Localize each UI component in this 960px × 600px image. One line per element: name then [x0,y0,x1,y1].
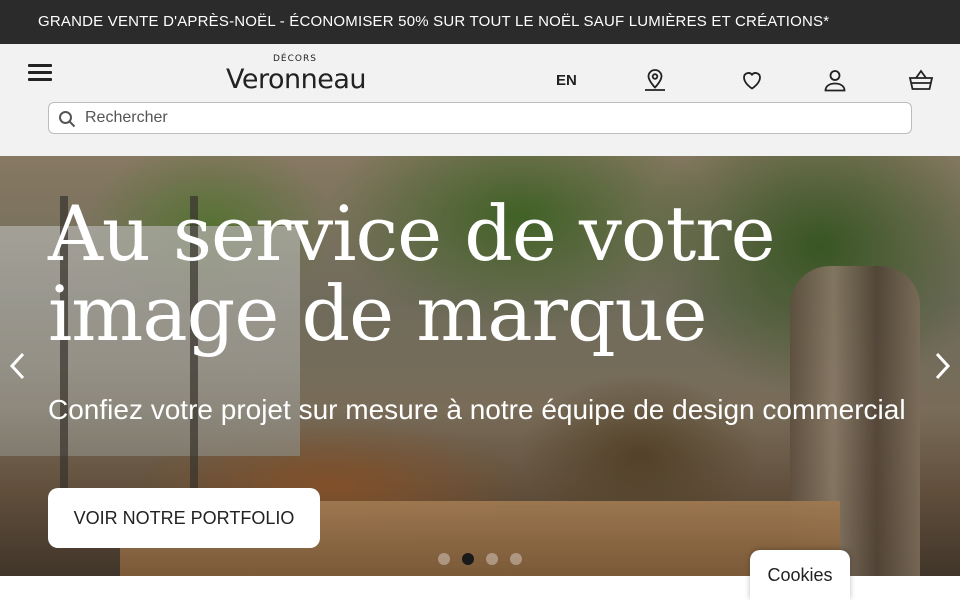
hero-carousel: Au service de votre image de marque Conf… [0,156,960,576]
location-pin-icon [645,69,665,91]
menu-icon-bar [28,71,52,74]
chevron-left-icon [9,352,25,380]
hero-title-line: image de marque [48,269,708,358]
cookies-button[interactable]: Cookies [750,550,850,600]
search-input[interactable] [85,103,905,133]
logo-wordmark: Veronneau [226,64,367,95]
promo-banner[interactable]: GRANDE VENTE D'APRÈS-NOËL - ÉCONOMISER 5… [0,0,960,44]
chevron-right-icon [935,352,951,380]
language-switch[interactable]: EN [556,72,577,89]
carousel-next-button[interactable] [930,350,954,382]
hero-subtitle: Confiez votre projet sur mesure à notre … [48,394,906,425]
user-icon [824,70,846,92]
carousel-prev-button[interactable] [6,350,30,382]
menu-button[interactable] [28,64,52,88]
menu-icon-bar [28,64,52,67]
menu-icon-bar [28,78,52,81]
logo-tagline: DÉCORS [273,54,317,64]
search-icon[interactable] [58,110,76,128]
wishlist-button[interactable] [740,68,764,92]
store-locator-button[interactable] [643,68,667,92]
carousel-dot-active[interactable] [462,553,474,565]
carousel-dots [438,552,534,565]
carousel-dot[interactable] [438,553,450,565]
account-button[interactable] [823,68,847,92]
portfolio-button[interactable]: VOIR NOTRE PORTFOLIO [48,488,320,548]
carousel-dot[interactable] [510,553,522,565]
heart-icon [743,72,761,90]
site-header: DÉCORS Veronneau EN [0,44,960,156]
site-logo[interactable]: DÉCORS Veronneau [226,52,398,95]
promo-banner-text: GRANDE VENTE D'APRÈS-NOËL - ÉCONOMISER 5… [38,13,830,30]
hero-title: Au service de votre image de marque [48,189,776,358]
search-bar [48,102,912,134]
basket-icon [908,69,934,90]
carousel-dot[interactable] [486,553,498,565]
hero-title-line: Au service de votre [48,189,776,278]
cart-button[interactable] [908,68,934,92]
